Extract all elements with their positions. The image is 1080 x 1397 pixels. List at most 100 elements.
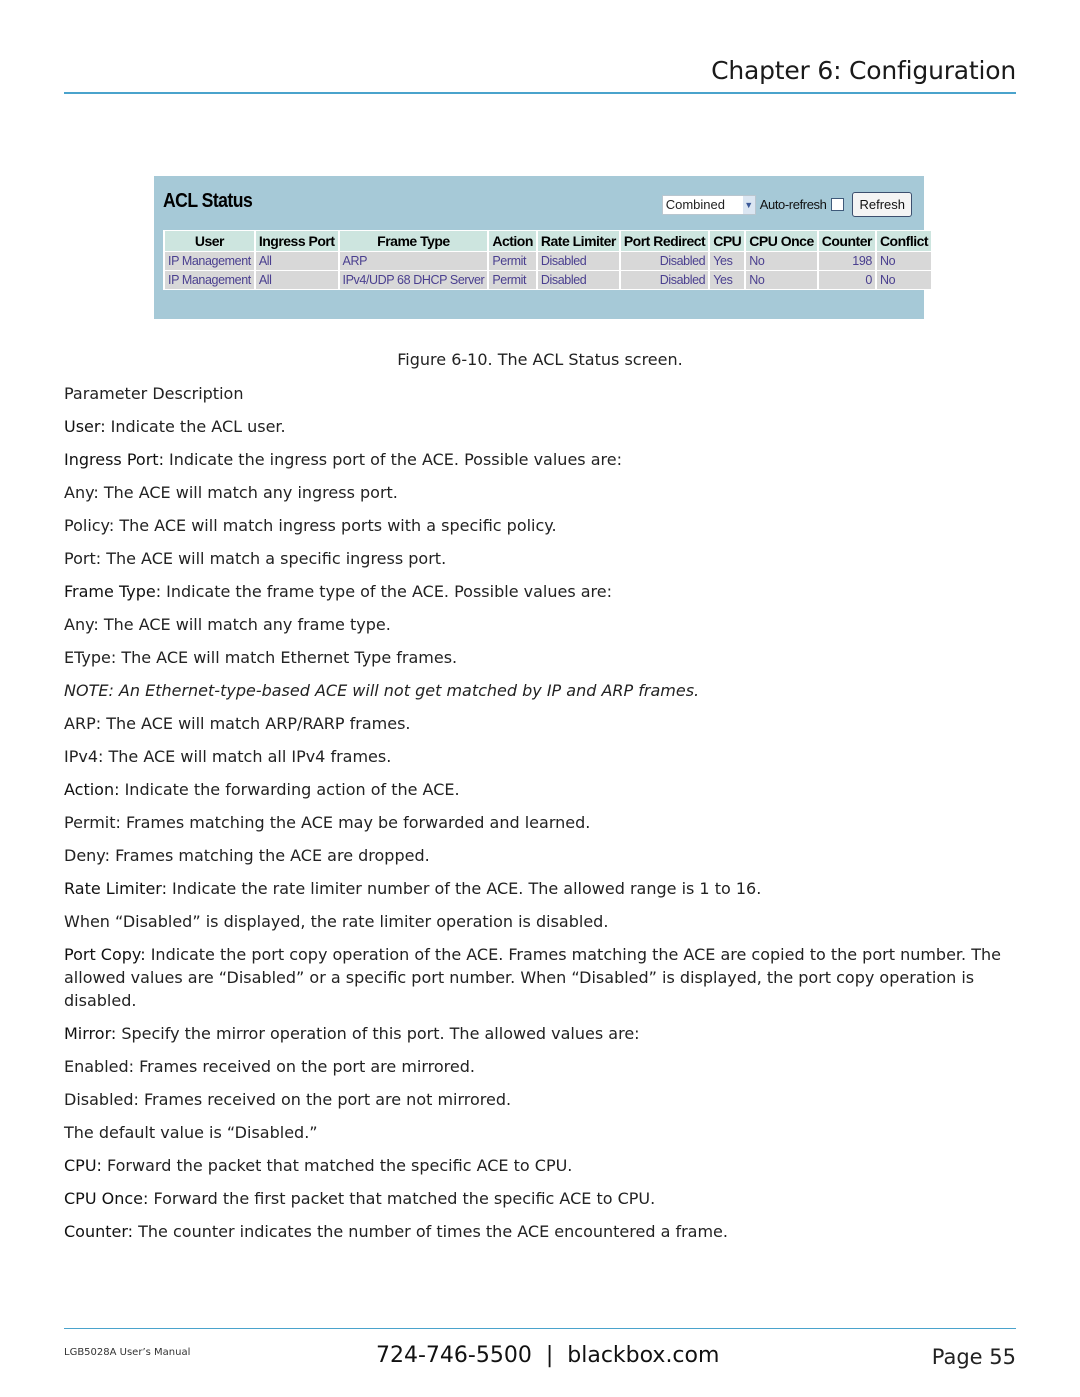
parameter-text: Indicate the rate limiter number of the …: [166, 879, 762, 898]
table-cell: Permit: [489, 252, 536, 270]
table-cell: Yes: [710, 271, 745, 289]
parameter-text: Disabled: Frames received on the port ar…: [64, 1090, 512, 1109]
parameter-text: ARP: The ACE will match ARP/RARP frames.: [64, 714, 411, 733]
table-cell: IP Management: [165, 252, 254, 270]
parameter-text: Deny: Frames matching the ACE are droppe…: [64, 846, 430, 865]
header-divider: [64, 92, 1016, 94]
table-cell: Disabled: [537, 252, 619, 270]
parameter-text: When “Disabled” is displayed, the rate l…: [64, 912, 609, 931]
column-header: Action: [489, 231, 536, 251]
description-paragraph: Port Copy: Indicate the port copy operat…: [64, 943, 1024, 1012]
table-cell: All: [255, 271, 338, 289]
parameter-label: Action:: [64, 780, 120, 799]
table-row: IP Management All ARP Permit Disabled Disable…: [165, 252, 932, 270]
acl-status-table: User Ingress Port Frame Type Action Rate Lim…: [163, 230, 934, 290]
user-select-value: Combined: [665, 197, 725, 212]
footer-phone: 724-746-5500: [376, 1343, 532, 1368]
description-paragraph: Policy: The ACE will match ingress ports…: [64, 514, 1024, 537]
description-paragraph: Rate Limiter: Indicate the rate limiter …: [64, 877, 1024, 900]
parameter-text: Any: The ACE will match any ingress port…: [64, 483, 398, 502]
parameter-text: Parameter Description: [64, 384, 244, 403]
description-paragraph: Enabled: Frames received on the port are…: [64, 1055, 1024, 1078]
parameter-descriptions: Parameter Description User: Indicate the …: [64, 382, 1024, 1253]
table-cell: Disabled: [537, 271, 619, 289]
parameter-label: Mirror:: [64, 1024, 117, 1043]
table-cell: ARP: [339, 252, 488, 270]
description-paragraph: When “Disabled” is displayed, the rate l…: [64, 910, 1024, 933]
description-paragraph: Permit: Frames matching the ACE may be f…: [64, 811, 1024, 834]
table-cell: 198: [818, 252, 875, 270]
parameter-text: Indicate the ingress port of the ACE. Po…: [163, 450, 622, 469]
description-paragraph: Counter: The counter indicates the numbe…: [64, 1220, 1024, 1243]
parameter-text: IPv4: The ACE will match all IPv4 frames…: [64, 747, 392, 766]
parameter-text: Policy: The ACE will match ingress ports…: [64, 516, 557, 535]
table-cell: Disabled: [620, 252, 709, 270]
parameter-text: The counter indicates the number of time…: [133, 1222, 728, 1241]
table-cell: No: [746, 271, 817, 289]
parameter-text: Forward the packet that matched the spec…: [101, 1156, 573, 1175]
description-paragraph: Mirror: Specify the mirror operation of …: [64, 1022, 1024, 1045]
description-paragraph: ARP: The ACE will match ARP/RARP frames.: [64, 712, 1024, 735]
parameter-label: CPU:: [64, 1156, 102, 1175]
description-paragraph: Deny: Frames matching the ACE are droppe…: [64, 844, 1024, 867]
footer-divider: [64, 1328, 1016, 1329]
description-paragraph: Action: Indicate the forwarding action o…: [64, 778, 1024, 801]
footer-contact: 724-746-5500 | blackbox.com: [376, 1343, 719, 1368]
parameter-label: Port Copy:: [64, 945, 146, 964]
acl-controls: Combined ▼ Auto-refresh Refresh: [661, 192, 912, 217]
table-cell: No: [876, 271, 932, 289]
description-paragraph: Parameter Description: [64, 382, 1024, 405]
figure-caption-text: Figure 6-10. The ACL Status screen.: [397, 350, 683, 369]
column-header: User: [165, 231, 254, 251]
footer-separator: |: [545, 1343, 554, 1368]
table-cell: IP Management: [165, 271, 254, 289]
column-header: Ingress Port: [255, 231, 338, 251]
table-cell: All: [255, 252, 338, 270]
parameter-text: EType: The ACE will match Ethernet Type …: [64, 648, 458, 667]
table-row: IP Management All IPv4/UDP 68 DHCP Server P…: [165, 271, 932, 289]
column-header: CPU Once: [746, 231, 817, 251]
parameter-text: Indicate the frame type of the ACE. Poss…: [161, 582, 613, 601]
chevron-down-icon: ▼: [742, 195, 755, 214]
refresh-button[interactable]: Refresh: [852, 192, 912, 217]
description-paragraph: Frame Type: Indicate the frame type of t…: [64, 580, 1024, 603]
description-paragraph: CPU: Forward the packet that matched the…: [64, 1154, 1024, 1177]
parameter-text: The default value is “Disabled.”: [64, 1123, 318, 1142]
auto-refresh-checkbox[interactable]: [831, 198, 845, 211]
table-cell: Disabled: [620, 271, 709, 289]
description-paragraph: CPU Once: Forward the first packet that …: [64, 1187, 1024, 1210]
description-paragraph: IPv4: The ACE will match all IPv4 frames…: [64, 745, 1024, 768]
parameter-text: Indicate the ACL user.: [105, 417, 286, 436]
note-paragraph: NOTE: An Ethernet-type-based ACE will no…: [64, 679, 1024, 702]
user-select[interactable]: Combined ▼: [661, 194, 756, 215]
description-paragraph: Port: The ACE will match a specific ingr…: [64, 547, 1024, 570]
parameter-text: Forward the first packet that matched th…: [148, 1189, 656, 1208]
description-paragraph: EType: The ACE will match Ethernet Type …: [64, 646, 1024, 669]
table-cell: IPv4/UDP 68 DHCP Server: [339, 271, 488, 289]
acl-status-screenshot: ACL Status Combined ▼ Auto-refresh Refre…: [154, 176, 934, 319]
column-header: Counter: [818, 231, 875, 251]
parameter-label: Ingress Port:: [64, 450, 164, 469]
table-cell: Yes: [710, 252, 745, 270]
column-header: Frame Type: [339, 231, 488, 251]
column-header: Rate Limiter: [537, 231, 619, 251]
footer-manual-name: LGB5028A User’s Manual: [64, 1347, 191, 1358]
parameter-text: NOTE: An Ethernet-type-based ACE will no…: [64, 681, 700, 700]
figure-caption: Figure 6-10. The ACL Status screen.: [0, 350, 1080, 369]
table-cell: 0: [818, 271, 875, 289]
parameter-label: Counter:: [64, 1222, 134, 1241]
description-paragraph: User: Indicate the ACL user.: [64, 415, 1024, 438]
acl-status-title: ACL Status: [163, 190, 253, 212]
parameter-text: Enabled: Frames received on the port are…: [64, 1057, 475, 1076]
parameter-label: Frame Type:: [64, 582, 162, 601]
parameter-text: Indicate the forwarding action of the AC…: [119, 780, 460, 799]
description-paragraph: Disabled: Frames received on the port ar…: [64, 1088, 1024, 1111]
parameter-text: Indicate the port copy operation of the …: [64, 945, 1001, 1010]
column-header: Port Redirect: [620, 231, 709, 251]
footer-website[interactable]: blackbox.com: [567, 1343, 719, 1368]
table-header-row: User Ingress Port Frame Type Action Rate Lim…: [165, 231, 932, 251]
parameter-label: User:: [64, 417, 106, 436]
description-paragraph: Any: The ACE will match any frame type.: [64, 613, 1024, 636]
table-cell: No: [876, 252, 932, 270]
auto-refresh-label: Auto-refresh: [759, 197, 827, 212]
